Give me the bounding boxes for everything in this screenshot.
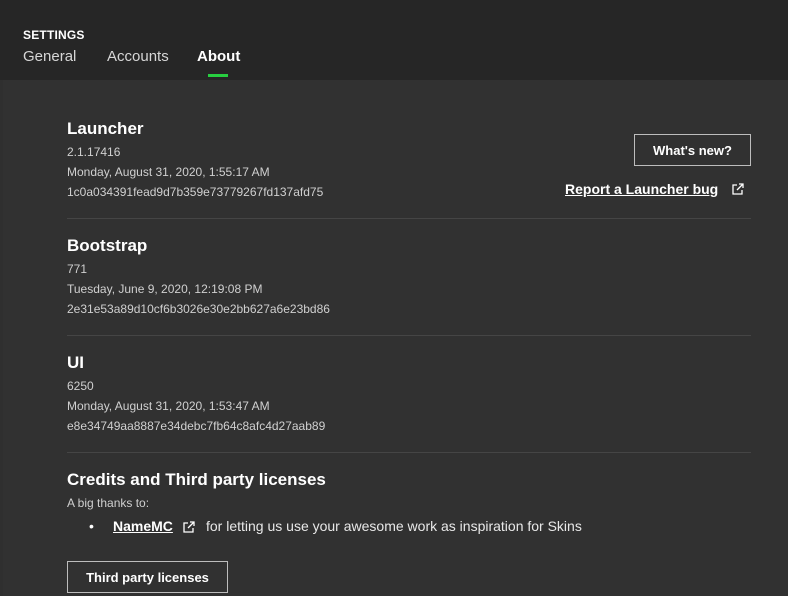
launcher-version: 2.1.17416 [67, 145, 121, 159]
launcher-hash: 1c0a034391fead9d7b359e73779267fd137afd75 [67, 185, 324, 199]
credits-subtitle: A big thanks to: [67, 496, 150, 510]
bootstrap-version: 771 [67, 262, 88, 276]
tab-general[interactable]: General [23, 48, 76, 65]
bootstrap-title: Bootstrap [67, 236, 148, 255]
bootstrap-section: Bootstrap 771 Tuesday, June 9, 2020, 12:… [67, 236, 751, 326]
namemc-credit-text: for letting us use your awesome work as … [206, 518, 582, 534]
namemc-link[interactable]: NameMC [113, 518, 173, 534]
divider [67, 452, 751, 453]
launcher-date: Monday, August 31, 2020, 1:55:17 AM [67, 165, 270, 179]
settings-header: SETTINGS General Accounts About [0, 0, 788, 80]
ui-section: UI 6250 Monday, August 31, 2020, 1:53:47… [67, 353, 751, 443]
bootstrap-date: Tuesday, June 9, 2020, 12:19:08 PM [67, 282, 263, 296]
ui-title: UI [67, 353, 84, 372]
tab-accounts[interactable]: Accounts [107, 48, 169, 65]
divider [67, 218, 751, 219]
settings-label: SETTINGS [23, 28, 85, 42]
ui-hash: e8e34749aa8887e34debc7fb64c8afc4d27aab89 [67, 419, 326, 433]
tab-about[interactable]: About [197, 48, 240, 65]
report-launcher-bug-link[interactable]: Report a Launcher bug [565, 181, 718, 197]
bootstrap-hash: 2e31e53a89d10cf6b3026e30e2bb627a6e23bd86 [67, 302, 330, 316]
launcher-title: Launcher [67, 119, 144, 138]
active-tab-indicator [208, 74, 228, 77]
ui-date: Monday, August 31, 2020, 1:53:47 AM [67, 399, 270, 413]
third-party-licenses-button[interactable]: Third party licenses [67, 561, 228, 593]
divider [67, 335, 751, 336]
whats-new-button[interactable]: What's new? [634, 134, 751, 166]
external-link-icon [732, 183, 744, 195]
external-link-icon [183, 521, 195, 533]
list-bullet: • [89, 518, 94, 534]
credits-title: Credits and Third party licenses [67, 470, 326, 489]
ui-version: 6250 [67, 379, 94, 393]
